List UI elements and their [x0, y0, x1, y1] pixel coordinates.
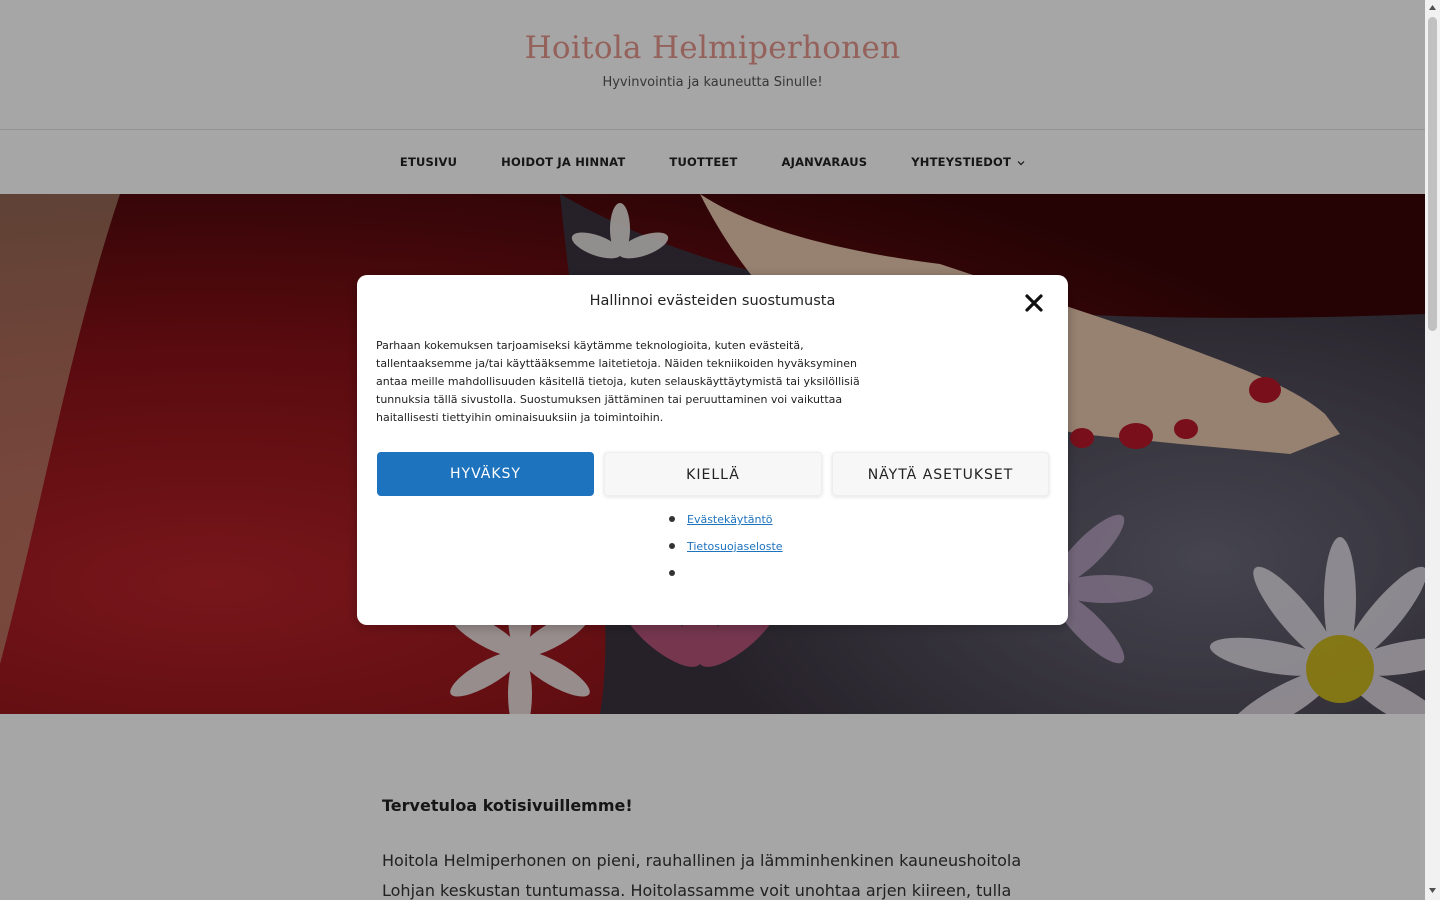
- deny-button[interactable]: KIELLÄ: [604, 452, 822, 496]
- scrollbar-thumb[interactable]: [1428, 17, 1437, 331]
- list-item: Evästekäytäntö: [669, 511, 783, 538]
- modal-title: Hallinnoi evästeiden suostumusta: [589, 293, 836, 309]
- bullet-icon: [669, 570, 675, 576]
- bullet-icon: [669, 543, 675, 549]
- privacy-policy-link[interactable]: Tietosuojaseloste: [687, 540, 783, 553]
- cookie-consent-modal: Hallinnoi evästeiden suostumusta Parhaan…: [357, 275, 1068, 625]
- modal-body-text: Parhaan kokemuksen tarjoamiseksi käytämm…: [376, 339, 860, 424]
- list-item: [669, 565, 783, 592]
- bullet-icon: [669, 516, 675, 522]
- show-settings-button[interactable]: NÄYTÄ ASETUKSET: [832, 452, 1049, 496]
- accept-button[interactable]: HYVÄKSY: [377, 452, 594, 496]
- list-item: Tietosuojaseloste: [669, 538, 783, 565]
- cookie-policy-link[interactable]: Evästekäytäntö: [687, 513, 773, 526]
- scroll-up-icon[interactable]: [1428, 3, 1437, 12]
- close-icon[interactable]: [1022, 291, 1046, 315]
- policy-links: Evästekäytäntö Tietosuojaseloste: [669, 511, 783, 592]
- page-scrollbar[interactable]: [1425, 0, 1440, 900]
- scroll-down-icon[interactable]: [1428, 886, 1437, 895]
